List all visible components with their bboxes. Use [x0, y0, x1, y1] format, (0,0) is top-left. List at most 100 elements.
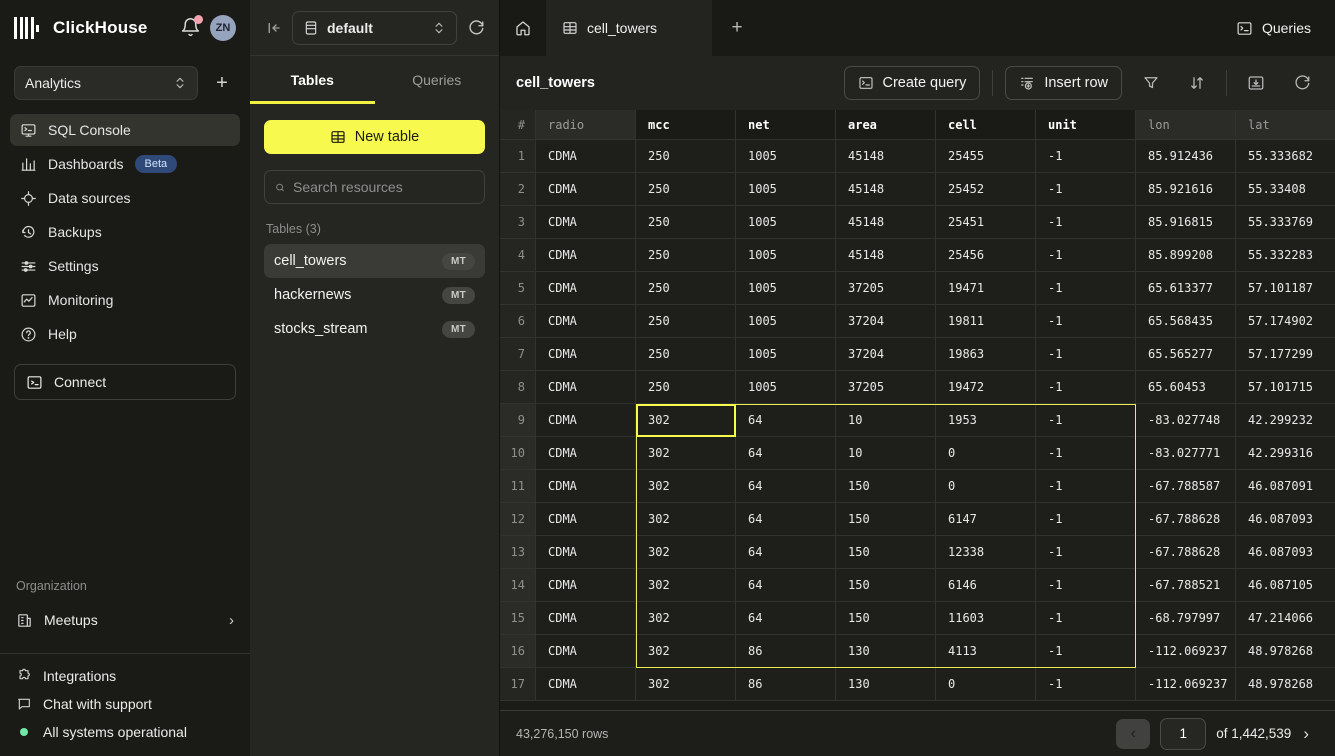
- cell-lat[interactable]: 47.214066: [1236, 602, 1335, 635]
- cell-lon[interactable]: -112.069237: [1136, 668, 1236, 701]
- cell-unit[interactable]: -1: [1036, 404, 1136, 437]
- cell-mcc[interactable]: 250: [636, 305, 736, 338]
- row-number[interactable]: 5: [500, 272, 536, 305]
- cell-unit[interactable]: -1: [1036, 602, 1136, 635]
- row-number[interactable]: 13: [500, 536, 536, 569]
- cell-area[interactable]: 37205: [836, 371, 936, 404]
- cell-cell[interactable]: 19472: [936, 371, 1036, 404]
- cell-net[interactable]: 86: [736, 635, 836, 668]
- cell-lat[interactable]: 55.33408: [1236, 173, 1335, 206]
- cell-unit[interactable]: -1: [1036, 173, 1136, 206]
- cell-area[interactable]: 45148: [836, 173, 936, 206]
- row-number[interactable]: 1: [500, 140, 536, 173]
- cell-mcc[interactable]: 302: [636, 536, 736, 569]
- cell-cell[interactable]: 6147: [936, 503, 1036, 536]
- cell-lon[interactable]: -67.788521: [1136, 569, 1236, 602]
- cell-cell[interactable]: 19471: [936, 272, 1036, 305]
- cell-unit[interactable]: -1: [1036, 140, 1136, 173]
- cell-lon[interactable]: 85.912436: [1136, 140, 1236, 173]
- cell-cell[interactable]: 0: [936, 437, 1036, 470]
- cell-lon[interactable]: 85.899208: [1136, 239, 1236, 272]
- cell-area[interactable]: 45148: [836, 140, 936, 173]
- cell-mcc[interactable]: 250: [636, 206, 736, 239]
- table-list-item-cell_towers[interactable]: cell_towersMT: [264, 244, 485, 278]
- cell-area[interactable]: 150: [836, 569, 936, 602]
- cell-cell[interactable]: 25451: [936, 206, 1036, 239]
- cell-cell[interactable]: 0: [936, 470, 1036, 503]
- cell-mcc[interactable]: 250: [636, 272, 736, 305]
- sidebar-item-monitoring[interactable]: Monitoring: [10, 284, 240, 316]
- notifications-bell-icon[interactable]: [180, 17, 202, 39]
- new-tab-button[interactable]: +: [712, 0, 762, 56]
- row-number[interactable]: 2: [500, 173, 536, 206]
- cell-radio[interactable]: CDMA: [536, 668, 636, 701]
- cell-net[interactable]: 1005: [736, 272, 836, 305]
- cell-unit[interactable]: -1: [1036, 437, 1136, 470]
- cell-radio[interactable]: CDMA: [536, 140, 636, 173]
- cell-lon[interactable]: -67.788628: [1136, 503, 1236, 536]
- cell-area[interactable]: 37205: [836, 272, 936, 305]
- cell-unit[interactable]: -1: [1036, 338, 1136, 371]
- cell-unit[interactable]: -1: [1036, 668, 1136, 701]
- home-icon[interactable]: [500, 0, 546, 56]
- cell-area[interactable]: 130: [836, 635, 936, 668]
- cell-net[interactable]: 64: [736, 404, 836, 437]
- cell-radio[interactable]: CDMA: [536, 338, 636, 371]
- row-number[interactable]: 17: [500, 668, 536, 701]
- cell-lat[interactable]: 48.978268: [1236, 668, 1335, 701]
- cell-radio[interactable]: CDMA: [536, 503, 636, 536]
- cell-cell[interactable]: 25455: [936, 140, 1036, 173]
- cell-area[interactable]: 37204: [836, 305, 936, 338]
- sidebar-footer-item-integrations[interactable]: Integrations: [16, 668, 234, 684]
- cell-mcc[interactable]: 302: [636, 503, 736, 536]
- cell-lon[interactable]: 65.568435: [1136, 305, 1236, 338]
- tab-cell-towers[interactable]: cell_towers: [546, 0, 712, 56]
- cell-unit[interactable]: -1: [1036, 536, 1136, 569]
- cell-lon[interactable]: -83.027771: [1136, 437, 1236, 470]
- cell-unit[interactable]: -1: [1036, 569, 1136, 602]
- add-workspace-button[interactable]: +: [208, 69, 236, 97]
- sidebar-item-sql-console[interactable]: SQL Console: [10, 114, 240, 146]
- cell-net[interactable]: 64: [736, 602, 836, 635]
- cell-mcc[interactable]: 302: [636, 569, 736, 602]
- cell-radio[interactable]: CDMA: [536, 569, 636, 602]
- sidebar-item-backups[interactable]: Backups: [10, 216, 240, 248]
- cell-net[interactable]: 1005: [736, 371, 836, 404]
- cell-lat[interactable]: 46.087093: [1236, 503, 1335, 536]
- cell-lat[interactable]: 57.101187: [1236, 272, 1335, 305]
- cell-net[interactable]: 1005: [736, 206, 836, 239]
- cell-mcc[interactable]: 250: [636, 239, 736, 272]
- cell-area[interactable]: 150: [836, 470, 936, 503]
- cell-lon[interactable]: 65.60453: [1136, 371, 1236, 404]
- database-select[interactable]: default: [292, 11, 457, 45]
- cell-lat[interactable]: 55.332283: [1236, 239, 1335, 272]
- prev-page-button[interactable]: ‹: [1116, 719, 1150, 749]
- cell-cell[interactable]: 0: [936, 668, 1036, 701]
- row-number[interactable]: 10: [500, 437, 536, 470]
- cell-net[interactable]: 1005: [736, 338, 836, 371]
- filter-icon[interactable]: [1134, 66, 1168, 100]
- workspace-select[interactable]: Analytics: [14, 66, 198, 100]
- cell-area[interactable]: 45148: [836, 206, 936, 239]
- cell-radio[interactable]: CDMA: [536, 305, 636, 338]
- cell-lon[interactable]: -68.797997: [1136, 602, 1236, 635]
- cell-unit[interactable]: -1: [1036, 635, 1136, 668]
- cell-net[interactable]: 1005: [736, 140, 836, 173]
- cell-unit[interactable]: -1: [1036, 503, 1136, 536]
- cell-mcc[interactable]: 302: [636, 668, 736, 701]
- refresh-databases-icon[interactable]: [467, 19, 485, 37]
- column-header-cell[interactable]: cell: [936, 110, 1036, 140]
- cell-net[interactable]: 64: [736, 437, 836, 470]
- cell-lon[interactable]: 85.921616: [1136, 173, 1236, 206]
- sidebar-item-data-sources[interactable]: Data sources: [10, 182, 240, 214]
- column-header-area[interactable]: area: [836, 110, 936, 140]
- sidebar-item-help[interactable]: Help: [10, 318, 240, 350]
- cell-lat[interactable]: 55.333682: [1236, 140, 1335, 173]
- cell-cell[interactable]: 6146: [936, 569, 1036, 602]
- cell-net[interactable]: 1005: [736, 173, 836, 206]
- new-table-button[interactable]: New table: [264, 120, 485, 154]
- avatar[interactable]: ZN: [210, 15, 236, 41]
- row-number[interactable]: 8: [500, 371, 536, 404]
- cell-area[interactable]: 130: [836, 668, 936, 701]
- cell-radio[interactable]: CDMA: [536, 239, 636, 272]
